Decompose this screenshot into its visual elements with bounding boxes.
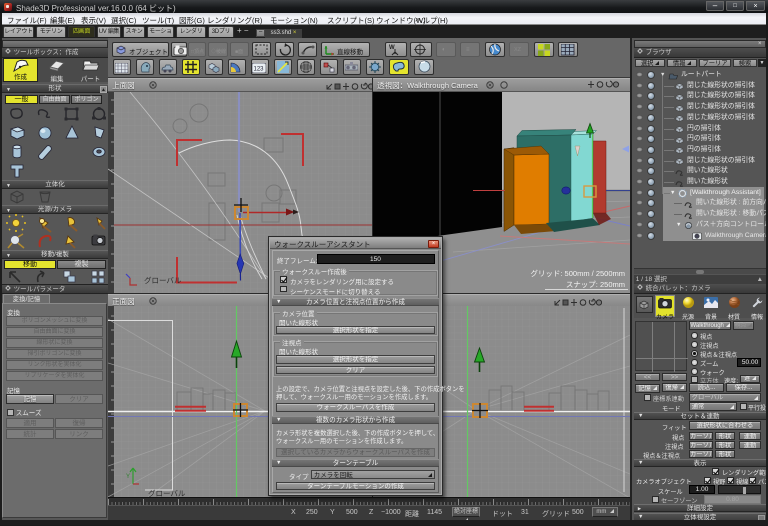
- svg-text:Y: Y: [126, 474, 130, 480]
- svg-text:W: W: [389, 45, 395, 51]
- svg-text:グローバル: グローバル: [144, 275, 182, 285]
- svg-text:123: 123: [254, 67, 265, 73]
- svg-text:スナップ: 250mm: スナップ: 250mm: [566, 280, 625, 289]
- svg-text:グリッド: 500mm / 2500mm: グリッド: 500mm / 2500mm: [530, 268, 625, 278]
- svg-text:グローバル: グローバル: [148, 488, 186, 497]
